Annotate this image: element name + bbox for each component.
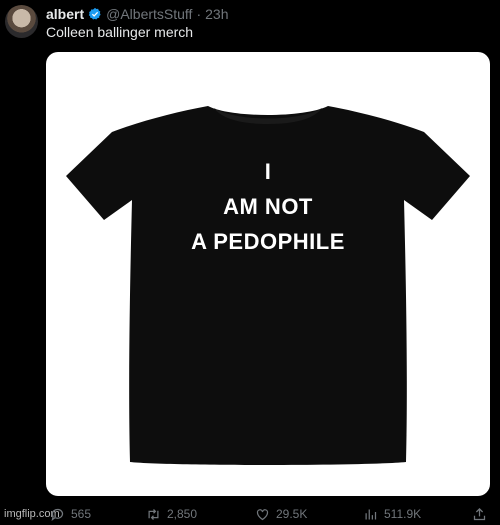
tweet[interactable]: albert @AlbertsStuff · 23h Colleen balli… — [0, 0, 500, 525]
like-button[interactable]: 29.5K — [255, 505, 307, 523]
share-icon — [473, 507, 486, 520]
shirt-text-line-1: I — [264, 159, 272, 184]
avatar[interactable] — [5, 5, 38, 38]
tweet-header: albert @AlbertsStuff · 23h — [46, 6, 228, 22]
retweet-count: 2,850 — [167, 507, 198, 521]
tweet-image[interactable]: I AM NOT A PEDOPHILE — [46, 52, 490, 496]
verified-badge-icon — [88, 7, 101, 20]
tshirt-graphic — [66, 106, 470, 465]
retweet-button[interactable]: 2,850 — [146, 505, 197, 523]
like-icon — [256, 508, 269, 520]
author-handle[interactable]: @AlbertsStuff — [106, 6, 192, 22]
views-icon — [365, 509, 377, 519]
reply-count: 565 — [71, 507, 92, 521]
author-name[interactable]: albert — [46, 6, 84, 22]
timestamp[interactable]: 23h — [205, 6, 228, 22]
like-count: 29.5K — [276, 507, 308, 521]
separator-dot: · — [196, 6, 202, 22]
views-count: 511.9K — [384, 507, 422, 521]
reply-button[interactable]: 565 — [50, 505, 91, 523]
shirt-text-line-3: A PEDOPHILE — [191, 229, 345, 254]
views-button[interactable]: 511.9K — [363, 505, 421, 523]
share-button[interactable] — [472, 505, 487, 523]
reply-icon — [51, 508, 64, 521]
shirt-text-line-2: AM NOT — [223, 194, 313, 219]
retweet-icon — [148, 508, 159, 520]
tweet-actions: 565 2,850 29.5K 511.9K — [0, 505, 500, 525]
tweet-text: Colleen ballinger merch — [46, 24, 194, 40]
